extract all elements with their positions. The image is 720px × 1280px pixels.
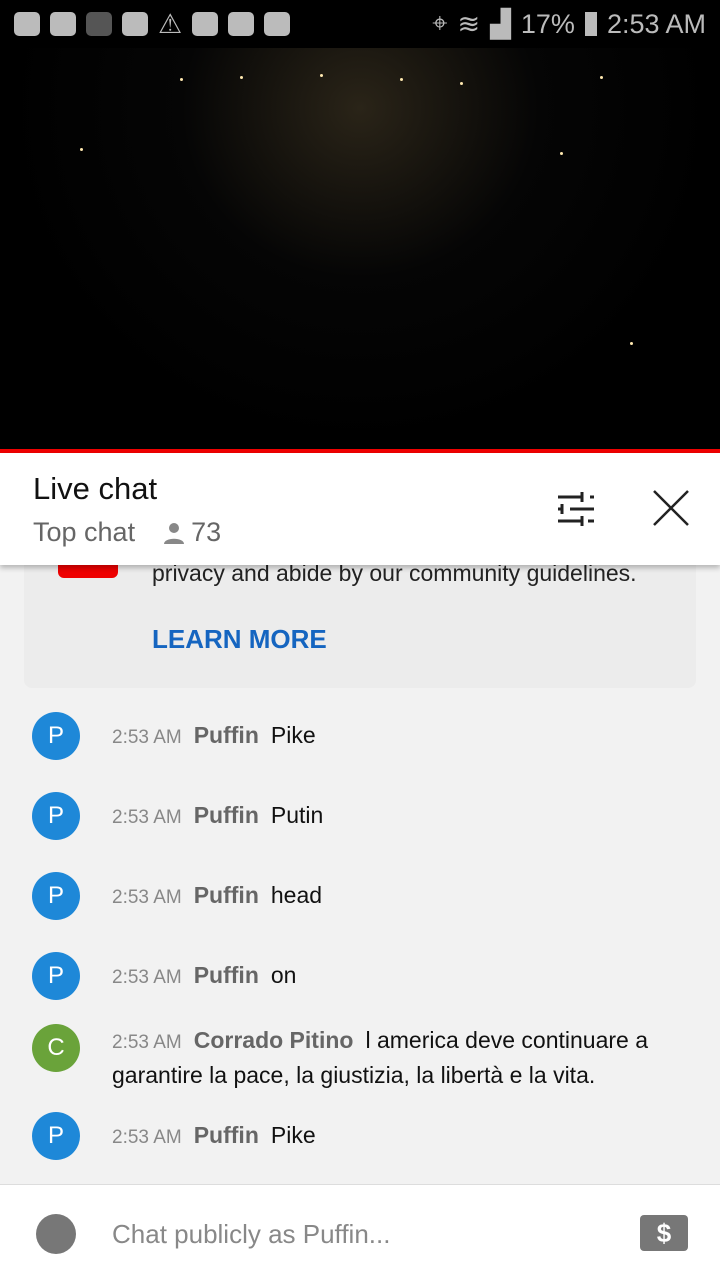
message-time: 2:53 AM [112,1127,182,1148]
message-author[interactable]: Puffin [194,1122,259,1148]
clock: 2:53 AM [606,8,706,39]
viewer-count: 73 [191,517,222,547]
message-time: 2:53 AM [112,807,182,828]
chat-mode-selector[interactable]: Top chat [33,517,135,548]
message-time: 2:53 AM [112,967,182,988]
shopping-bag-icon [264,12,291,36]
message-author[interactable]: Puffin [194,722,259,748]
chat-input[interactable]: Chat publicly as Puffin... [112,1219,390,1250]
message-time: 2:53 AM [112,1032,182,1053]
learn-more-link[interactable]: LEARN MORE [152,624,327,655]
message-author[interactable]: Puffin [194,882,259,908]
video-player[interactable] [0,48,720,450]
message-text: head [270,882,323,908]
message-author[interactable]: Corrado Pitino [194,1027,354,1053]
calendar-icon [228,12,255,36]
chat-input-bar: Chat publicly as Puffin... $ [0,1184,720,1280]
avatar[interactable]: P [32,712,80,760]
battery-percent: 17% [520,8,575,39]
avatar[interactable]: P [32,792,80,840]
wifi-icon: ≋ [457,8,481,39]
avatar[interactable]: C [32,1024,80,1072]
message-text: Pike [270,1122,316,1148]
close-icon[interactable] [652,489,690,527]
image-icon [192,12,219,36]
message-author[interactable]: Puffin [194,802,259,828]
message-time: 2:53 AM [112,887,182,908]
live-chat-header: Live chat Top chat 73 [0,453,720,565]
person-icon [164,522,185,544]
avatar[interactable]: P [32,872,80,920]
super-chat-icon[interactable]: $ [640,1215,688,1251]
avatar[interactable]: P [32,952,80,1000]
filter-settings-icon[interactable] [556,491,596,527]
location-icon: ⌖ [432,8,448,38]
message-text: Pike [270,722,316,748]
signal-icon: ▟ [490,8,511,39]
message-author[interactable]: Puffin [194,962,259,988]
folder-icon [122,12,148,36]
chat-title: Live chat [33,471,158,506]
status-bar: ⚠ ⌖ ≋ ▟ 17% 2:53 AM [0,0,720,48]
app-notification-icon [86,12,112,36]
emoji-icon[interactable] [36,1214,76,1254]
youtube-notification-icon [50,12,76,36]
battery-icon [584,12,597,36]
message-text: on [270,962,297,988]
warning-icon: ⚠ [158,8,183,39]
message-text: l america deve continuare a garantire la… [112,1027,649,1088]
message-text: Putin [270,802,324,828]
message-time: 2:53 AM [112,727,182,748]
app-notification-icon [14,12,40,36]
avatar[interactable]: P [32,1112,80,1160]
